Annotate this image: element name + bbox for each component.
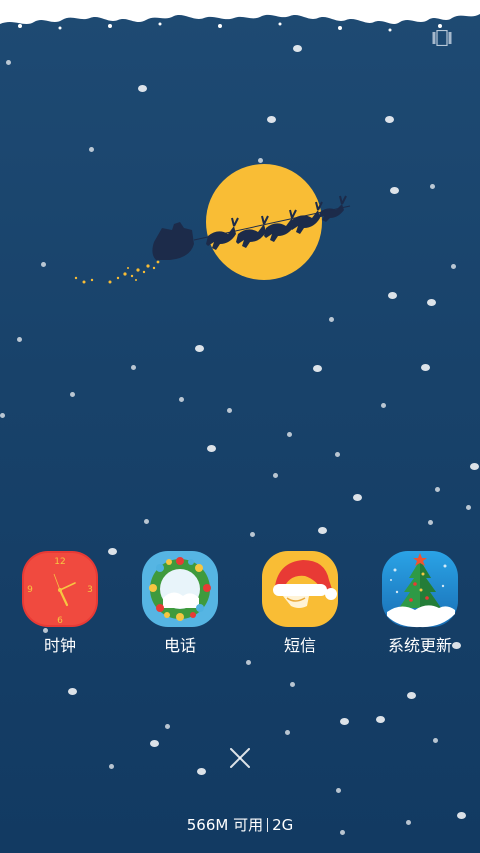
app-label: 系统更新	[387, 636, 452, 655]
app-phone[interactable]: 电话	[130, 549, 230, 659]
app-clock[interactable]: 12 3 6 9 时钟	[10, 549, 110, 659]
app-label: 短信	[283, 636, 316, 655]
snow-border-decoration	[0, 0, 480, 32]
clear-all-close-icon[interactable]	[226, 744, 254, 772]
recent-apps-row: 12 3 6 9 时钟 电话 短信 系统更新	[0, 549, 480, 659]
memory-available-text: 566M 可用	[186, 816, 264, 834]
app-system-update[interactable]: 系统更新	[370, 549, 470, 659]
system-update-tree-icon	[382, 551, 458, 628]
memory-total-text: 2G	[272, 816, 294, 834]
santa-sleigh-illustration	[74, 195, 351, 284]
app-label: 时钟	[43, 636, 76, 655]
svg-text:9: 9	[27, 585, 33, 595]
app-messages[interactable]: 短信	[250, 549, 350, 659]
clock-icon: 12 3 6 9	[22, 551, 98, 627]
app-label: 电话	[163, 636, 196, 655]
memory-status: 566M 可用 2G	[0, 815, 480, 835]
messages-santa-hat-icon	[262, 551, 338, 627]
recents-panel-icon[interactable]	[432, 30, 452, 46]
svg-text:6: 6	[57, 616, 63, 626]
svg-text:12: 12	[54, 557, 65, 567]
svg-text:3: 3	[87, 585, 93, 595]
memory-separator	[267, 818, 269, 832]
phone-wreath-icon	[142, 551, 218, 627]
